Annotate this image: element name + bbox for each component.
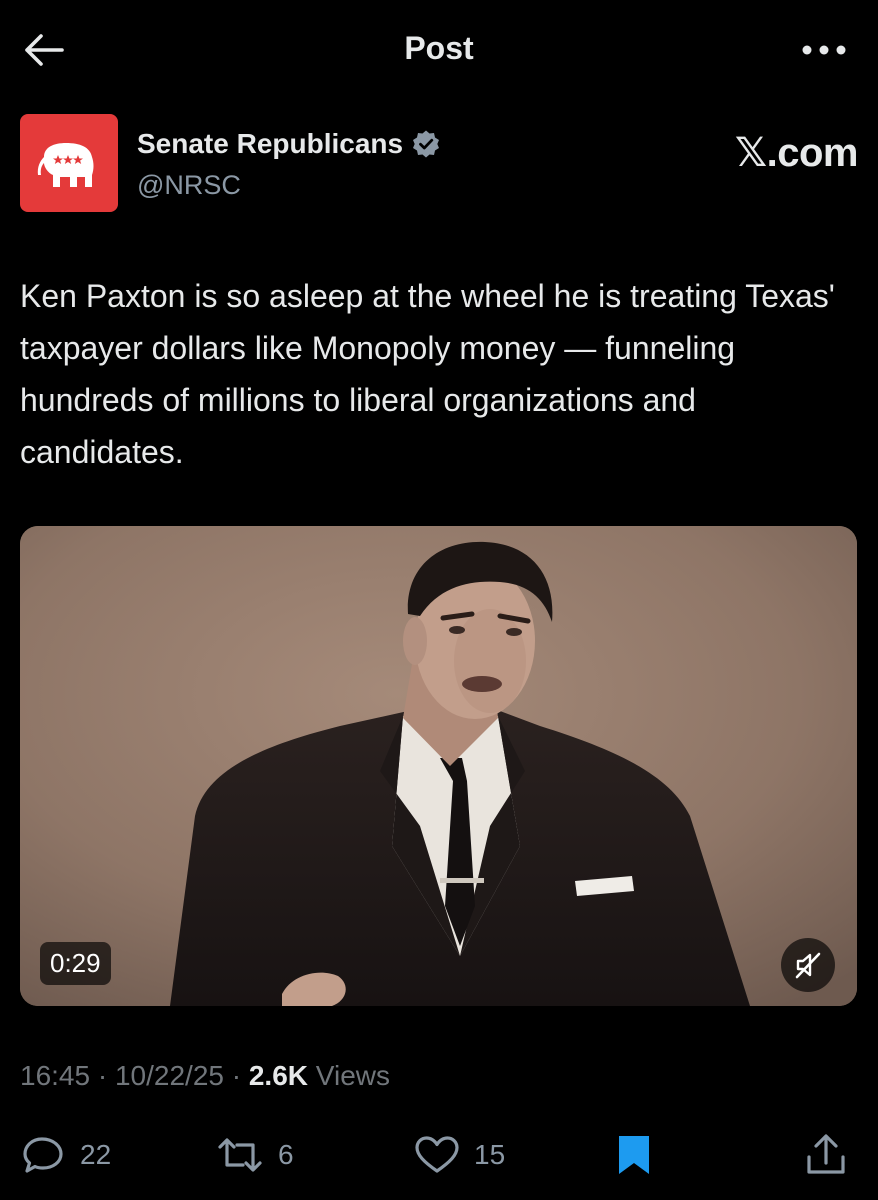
- top-bar: Post: [0, 0, 878, 100]
- post-text: Ken Paxton is so asleep at the wheel he …: [20, 278, 835, 470]
- author-name-row[interactable]: Senate Republicans: [137, 128, 441, 160]
- video-duration: 0:29: [40, 942, 111, 985]
- meta-separator: ·: [97, 1060, 108, 1091]
- avatar[interactable]: [20, 114, 118, 212]
- post-time: 16:45: [20, 1060, 91, 1091]
- share-button[interactable]: [804, 1128, 848, 1182]
- like-button[interactable]: 15: [414, 1128, 505, 1182]
- author-name: Senate Republicans: [137, 128, 404, 159]
- x-com-watermark: 𝕏.com: [734, 131, 859, 175]
- page-title: Post: [404, 30, 474, 66]
- repost-button[interactable]: 6: [216, 1128, 294, 1182]
- views-count[interactable]: 2.6K: [249, 1060, 308, 1091]
- muted-speaker-icon: [795, 952, 821, 979]
- post-metadata: 16:45 · 10/22/25 · 2.6K Views: [20, 1060, 390, 1092]
- bookmark-button[interactable]: [614, 1128, 654, 1182]
- like-count: 15: [474, 1139, 506, 1170]
- video-player[interactable]: 0:29: [20, 526, 857, 1006]
- post-date: 10/22/25: [114, 1060, 224, 1091]
- heart-icon: [415, 1136, 459, 1173]
- repost-count: 6: [278, 1139, 294, 1170]
- post-author: Senate Republicans @NRSC 𝕏.com: [20, 114, 860, 214]
- repost-icon: [218, 1138, 262, 1172]
- verified-badge-icon: [413, 130, 440, 158]
- video-frame: [20, 526, 857, 1006]
- mute-toggle-button[interactable]: [781, 938, 835, 992]
- post-actions: 22 6 15: [0, 1128, 878, 1182]
- views-label: Views: [315, 1060, 390, 1091]
- elephant-logo-icon: [37, 143, 94, 187]
- more-horizontal-icon: [802, 45, 846, 55]
- meta-separator: ·: [231, 1060, 242, 1091]
- more-button[interactable]: [798, 28, 850, 72]
- share-icon: [807, 1134, 845, 1174]
- author-handle[interactable]: @NRSC: [137, 170, 241, 201]
- reply-icon: [23, 1137, 63, 1173]
- reply-count: 22: [80, 1139, 112, 1170]
- reply-button[interactable]: 22: [22, 1128, 111, 1182]
- bookmark-filled-icon: [619, 1136, 649, 1174]
